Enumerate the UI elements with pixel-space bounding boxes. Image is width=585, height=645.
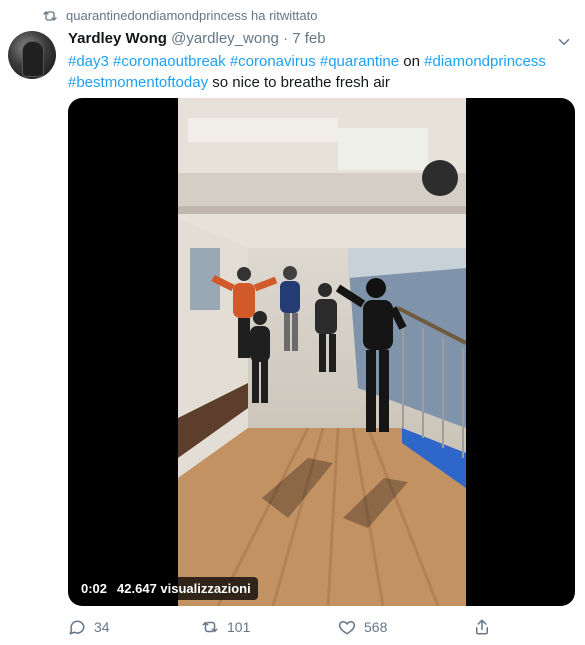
video-time: 0:02 xyxy=(81,581,108,596)
video-frame[interactable] xyxy=(178,98,466,606)
reply-icon xyxy=(69,620,85,635)
retweet-label: quarantinedondiamondprincess ha ritwitta… xyxy=(66,8,318,23)
like-count: 568 xyxy=(364,619,388,635)
video-player[interactable]: 0:02 42.647 visualizzazioni xyxy=(68,98,575,606)
hashtag-quarantine[interactable]: #quarantine xyxy=(320,53,399,70)
retweet-count: 101 xyxy=(227,619,251,635)
retweet-button[interactable]: 101 xyxy=(201,618,250,636)
heart-icon xyxy=(338,621,356,635)
reply-count: 34 xyxy=(94,619,110,635)
hashtag-diamondprincess[interactable]: #diamondprincess xyxy=(424,53,546,70)
like-button[interactable]: 568 xyxy=(338,618,387,636)
tweet-word-on: on xyxy=(403,53,420,70)
video-scene xyxy=(178,98,466,606)
hashtag-coronaoutbreak[interactable]: #coronaoutbreak xyxy=(113,53,226,70)
share-icon xyxy=(476,619,488,635)
reply-button[interactable]: 34 xyxy=(68,618,110,636)
avatar-figure xyxy=(22,41,44,77)
author-name[interactable]: Yardley Wong xyxy=(68,30,167,47)
person-blue xyxy=(280,266,300,351)
person-black-left xyxy=(250,311,270,403)
hashtag-coronavirus[interactable]: #coronavirus xyxy=(230,53,316,70)
video-overlay: 0:02 42.647 visualizzazioni xyxy=(74,577,258,600)
retweet-icon xyxy=(202,621,218,633)
separator-dot: · xyxy=(283,30,289,47)
author-handle[interactable]: @yardley_wong xyxy=(171,30,279,47)
avatar[interactable] xyxy=(8,31,56,79)
hashtag-day3[interactable]: #day3 xyxy=(68,53,109,70)
tweet-date[interactable]: 7 feb xyxy=(292,30,325,47)
tweet-actions: 34 101 568 xyxy=(68,618,498,638)
tweet-header: Yardley Wong @yardley_wong · 7 feb xyxy=(68,30,545,47)
hashtag-bestmomentoftoday[interactable]: #bestmomentoftoday xyxy=(68,74,208,91)
tweet-rest: so nice to breathe fresh air xyxy=(212,74,390,91)
tweet-text: #day3 #coronaoutbreak #coronavirus #quar… xyxy=(68,51,568,93)
video-views: 42.647 visualizzazioni xyxy=(117,581,251,596)
retweet-icon xyxy=(43,11,57,21)
person-middle xyxy=(315,283,337,372)
chevron-down-icon[interactable] xyxy=(555,33,573,51)
share-button[interactable] xyxy=(473,618,491,636)
